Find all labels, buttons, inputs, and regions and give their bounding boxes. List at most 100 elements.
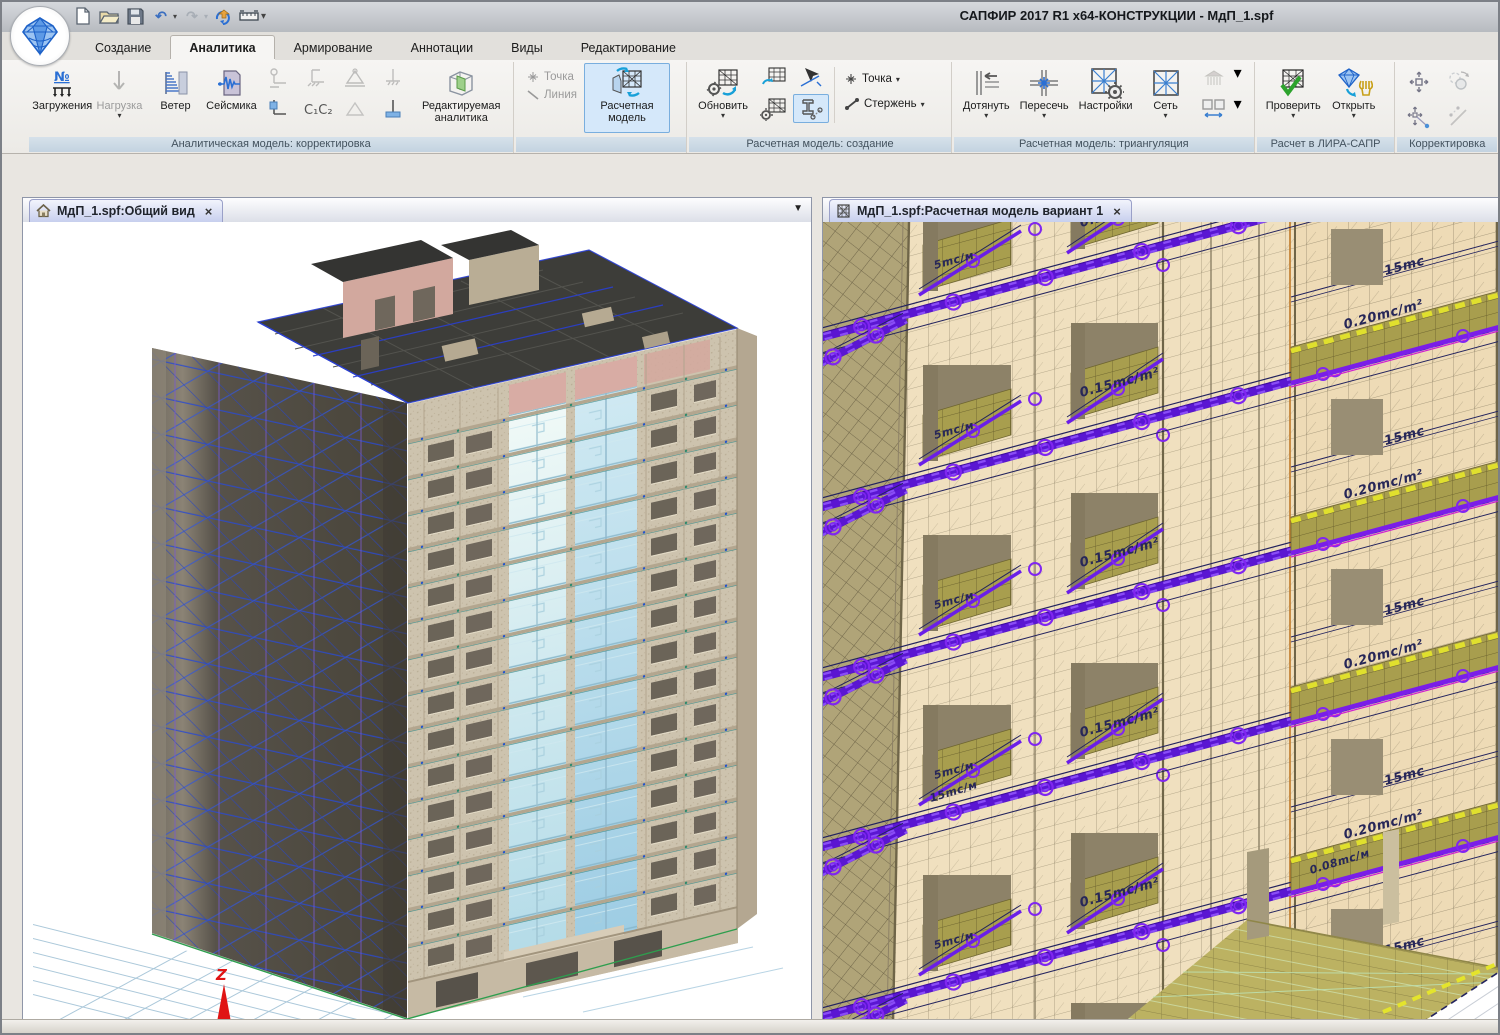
ribbon-tab-row: Создание Аналитика Армирование Аннотации…	[2, 32, 1498, 61]
fe-point-button[interactable]: Точка▾	[840, 71, 929, 87]
calc-model-icon	[609, 66, 645, 100]
open-in-lira-icon	[1335, 66, 1373, 100]
tab-analitika[interactable]: Аналитика	[170, 35, 274, 59]
edit-line-icon[interactable]	[1443, 102, 1475, 131]
calc-model-canvas[interactable]: 5mc/м 0.15mc/m²	[823, 222, 1499, 1023]
ribbon: № Загружения Нагрузка ▾ Ветер	[2, 60, 1498, 154]
seismic-button[interactable]: Сейсмика	[204, 63, 258, 115]
fe-bar-button[interactable]: Стержень▾	[840, 95, 929, 113]
tab-calc-model[interactable]: МдП_1.spf:Расчетная модель вариант 1 ×	[829, 199, 1132, 222]
group-lira-export: Проверить ▾ Открыть ▾ Расчет в ЛИРА-САПР	[1257, 62, 1396, 153]
tab-label: МдП_1.spf:Общий вид	[57, 204, 195, 218]
tab-annotacii[interactable]: Аннотации	[392, 35, 492, 59]
beam-profile-icon[interactable]	[793, 94, 829, 123]
align-plates-icon[interactable]	[1196, 94, 1232, 123]
window-title: САПФИР 2017 R1 x64-КОНСТРУКЦИИ - МдП_1.s…	[960, 8, 1274, 23]
application-window: ↶ ▾ ↷ ▾ ▾ САПФИР 2017 R1 x64-КОНСТРУКЦИИ…	[0, 0, 1500, 1035]
check-model-button[interactable]: Проверить ▾	[1262, 63, 1325, 122]
group-calc-model-toggle: Точка Линия Расчетная модель	[516, 62, 687, 153]
building-3d-view: Z	[23, 222, 811, 1023]
window-calc-model: МдП_1.spf:Расчетная модель вариант 1 ×	[822, 197, 1500, 1024]
align-dropdown-icon[interactable]: ▾	[1234, 94, 1242, 123]
redo-button[interactable]: ↷	[181, 5, 203, 27]
close-tab-icon[interactable]: ×	[1113, 204, 1121, 219]
refresh-button[interactable]: Обновить ▾	[694, 63, 752, 122]
check-model-icon	[1275, 66, 1311, 100]
fe-mesh-view: 5mc/м 0.15mc/m²	[823, 222, 1499, 1023]
support-elastic-icon[interactable]	[375, 94, 411, 123]
support-wall-icon[interactable]	[261, 94, 297, 123]
undo-dropdown-icon[interactable]: ▾	[173, 12, 177, 21]
move-icon[interactable]	[1403, 67, 1435, 96]
point-button[interactable]: Точка	[522, 69, 581, 85]
extend-button[interactable]: Дотянуть ▾	[959, 63, 1014, 122]
open-in-lira-button[interactable]: Открыть ▾	[1327, 63, 1381, 122]
extend-icon	[969, 66, 1003, 100]
redo-dropdown-icon[interactable]: ▾	[204, 12, 208, 21]
tab-list-dropdown-icon[interactable]: ▼	[793, 203, 803, 214]
tab-sozdanie[interactable]: Создание	[76, 35, 170, 59]
group-label: Расчетная модель: создание	[689, 137, 951, 152]
app-menu-button[interactable]	[10, 6, 70, 66]
group-triangulation: Дотянуть ▾ Пересечь ▾ Настройки	[954, 62, 1255, 153]
undo-button[interactable]: ↶	[150, 5, 172, 27]
mesh-icon	[1151, 66, 1181, 100]
triangulation-settings-button[interactable]: Настройки	[1075, 63, 1137, 115]
group-label: Аналитическая модель: корректировка	[29, 137, 513, 152]
fe-bar-icon	[844, 97, 860, 111]
update-model-button[interactable]	[212, 5, 234, 27]
toolbar-options-icon[interactable]: ▾	[261, 11, 266, 22]
update-selected-icon[interactable]	[755, 63, 791, 92]
triangulate-settings-icon[interactable]	[755, 94, 791, 123]
calc-model-button[interactable]: Расчетная модель	[584, 63, 670, 133]
tab-redaktirovanie[interactable]: Редактирование	[562, 35, 695, 59]
editable-analytics-button[interactable]: Редактируемая аналитика	[414, 63, 508, 127]
line-icon	[526, 89, 540, 101]
new-file-button[interactable]	[72, 5, 94, 27]
group-analytic-model: № Загружения Нагрузка ▾ Ветер	[29, 62, 514, 153]
open-file-button[interactable]	[98, 5, 120, 27]
loadings-icon: №	[47, 66, 77, 100]
svg-text:C₁C₂: C₁C₂	[304, 103, 332, 118]
support-vert-icon[interactable]	[375, 63, 411, 92]
close-tab-icon[interactable]: ×	[205, 204, 213, 219]
mesh-model-icon	[836, 204, 851, 218]
punch-load-icon[interactable]	[1196, 63, 1232, 92]
triangulation-settings-icon	[1088, 66, 1124, 100]
stiffness-c1c2-icon[interactable]: C₁C₂	[299, 94, 335, 123]
mesh-button[interactable]: Сеть ▾	[1139, 63, 1193, 122]
general-view-canvas[interactable]: Z	[23, 222, 811, 1023]
title-bar: ↶ ▾ ↷ ▾ ▾ САПФИР 2017 R1 x64-КОНСТРУКЦИИ…	[2, 2, 1498, 33]
tab-general-view[interactable]: МдП_1.spf:Общий вид ×	[29, 199, 223, 222]
load-button[interactable]: Нагрузка ▾	[92, 63, 146, 122]
group-correction: Корректировка	[1397, 62, 1497, 153]
tab-vidy[interactable]: Виды	[492, 35, 562, 59]
tab-armirovanie[interactable]: Армирование	[275, 35, 392, 59]
line-button[interactable]: Линия	[522, 87, 581, 103]
seismic-icon	[216, 66, 246, 100]
measure-button[interactable]	[238, 5, 260, 27]
support-fixed-icon[interactable]	[299, 63, 335, 92]
wind-button[interactable]: Ветер	[148, 63, 202, 115]
point-icon	[526, 71, 540, 83]
copy-rotate-icon[interactable]	[1443, 67, 1475, 96]
sapphire-logo-icon	[19, 16, 61, 56]
move-node-icon[interactable]	[1403, 102, 1435, 131]
house-icon	[36, 204, 51, 218]
support-truss-icon[interactable]	[337, 63, 373, 92]
group-label: Корректировка	[1397, 137, 1497, 152]
left-window-tabbar: МдП_1.spf:Общий вид × ▼	[23, 198, 811, 223]
refresh-icon	[705, 66, 741, 100]
z-axis-label: Z	[215, 966, 228, 984]
save-button[interactable]	[124, 5, 146, 27]
support-pin-icon[interactable]	[261, 63, 297, 92]
punch-dropdown-icon[interactable]: ▾	[1234, 63, 1242, 92]
loadings-button[interactable]: № Загружения	[34, 63, 90, 115]
tab-label: МдП_1.spf:Расчетная модель вариант 1	[857, 204, 1103, 218]
select-object-icon[interactable]	[793, 63, 829, 92]
svg-text:№: №	[54, 70, 70, 85]
truss-outline-icon[interactable]	[337, 94, 373, 123]
mdi-workspace: МдП_1.spf:Общий вид × ▼	[2, 154, 1498, 1020]
group-calc-model-create: Обновить ▾ Точка▾	[689, 62, 952, 153]
intersect-button[interactable]: Пересечь ▾	[1016, 63, 1073, 122]
